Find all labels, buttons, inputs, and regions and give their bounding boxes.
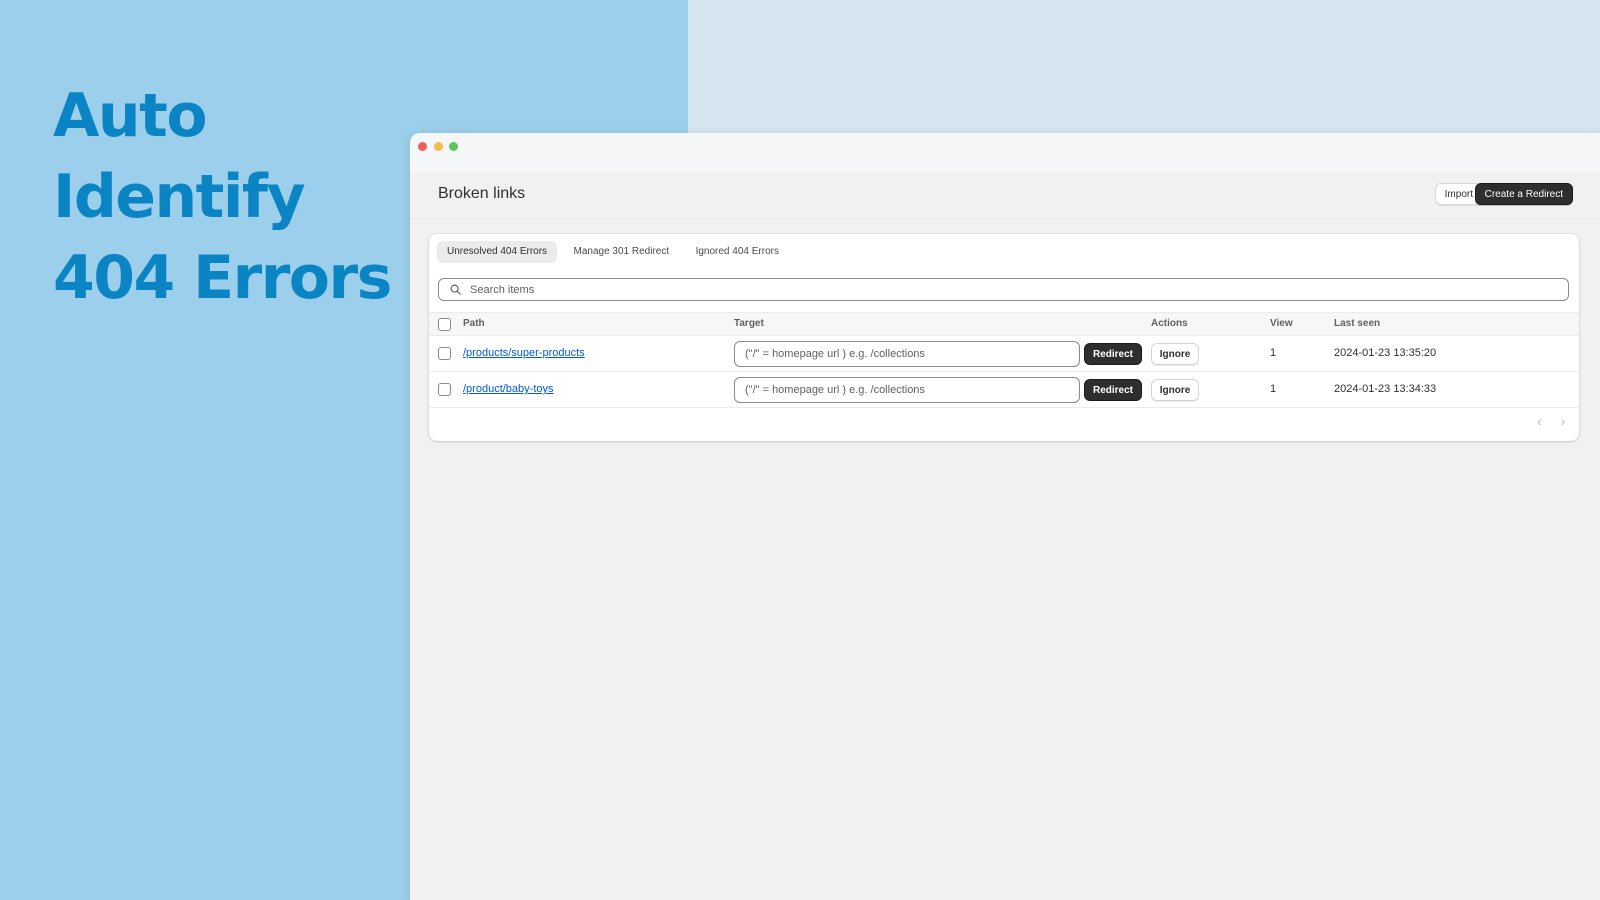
redirect-button[interactable]: Redirect — [1084, 379, 1142, 401]
view-count: 1 — [1270, 347, 1277, 359]
maximize-window-dot[interactable] — [449, 142, 458, 151]
hero-line-3: 404 Errors — [53, 243, 392, 313]
table-row: /products/super-products Redirect Ignore… — [429, 336, 1579, 372]
hero-line-2: Identify — [53, 162, 306, 232]
redirect-button[interactable]: Redirect — [1084, 343, 1142, 365]
row-checkbox[interactable] — [438, 383, 451, 396]
row-checkbox[interactable] — [438, 347, 451, 360]
column-header-last-seen: Last seen — [1334, 318, 1381, 329]
window-titlebar — [410, 133, 1600, 172]
create-redirect-button[interactable]: Create a Redirect — [1474, 183, 1573, 205]
close-window-dot[interactable] — [418, 142, 427, 151]
path-link[interactable]: /products/super-products — [463, 347, 585, 359]
target-url-input[interactable] — [734, 341, 1080, 367]
tab-manage-301[interactable]: Manage 301 Redirect — [564, 241, 680, 263]
tab-ignored-404[interactable]: Ignored 404 Errors — [686, 241, 789, 263]
app-window: Broken links Import Create a Redirect Un… — [410, 133, 1600, 900]
view-count: 1 — [1270, 383, 1277, 395]
hero-line-1: Auto — [53, 81, 208, 151]
search-icon — [450, 284, 461, 295]
tab-unresolved-404[interactable]: Unresolved 404 Errors — [437, 241, 558, 263]
last-seen-timestamp: 2024-01-23 13:35:20 — [1334, 347, 1437, 359]
column-header-actions: Actions — [1151, 318, 1188, 329]
page-title: Broken links — [438, 185, 526, 202]
select-all-checkbox[interactable] — [438, 318, 451, 331]
path-link[interactable]: /product/baby-toys — [463, 383, 554, 395]
tab-bar: Unresolved 404 Errors Manage 301 Redirec… — [437, 241, 791, 263]
table-header: Path Target Actions View Last seen — [429, 312, 1579, 336]
page-header: Broken links Import Create a Redirect — [410, 172, 1600, 219]
column-header-path: Path — [463, 318, 485, 329]
chevron-left-icon[interactable]: ‹ — [1531, 414, 1547, 429]
pagination: ‹ › — [1527, 414, 1571, 430]
column-header-view: View — [1270, 318, 1293, 329]
search-input[interactable] — [470, 281, 1560, 298]
table-row: /product/baby-toys Redirect Ignore 1 202… — [429, 372, 1579, 408]
chevron-right-icon[interactable]: › — [1555, 414, 1571, 429]
ignore-button[interactable]: Ignore — [1151, 343, 1199, 365]
search-box — [438, 278, 1569, 301]
broken-links-card: Unresolved 404 Errors Manage 301 Redirec… — [429, 234, 1579, 441]
minimize-window-dot[interactable] — [434, 142, 443, 151]
last-seen-timestamp: 2024-01-23 13:34:33 — [1334, 383, 1437, 395]
hero-heading: Auto Identify 404 Errors — [53, 76, 392, 319]
target-url-input[interactable] — [734, 377, 1080, 403]
ignore-button[interactable]: Ignore — [1151, 379, 1199, 401]
column-header-target: Target — [734, 318, 764, 329]
